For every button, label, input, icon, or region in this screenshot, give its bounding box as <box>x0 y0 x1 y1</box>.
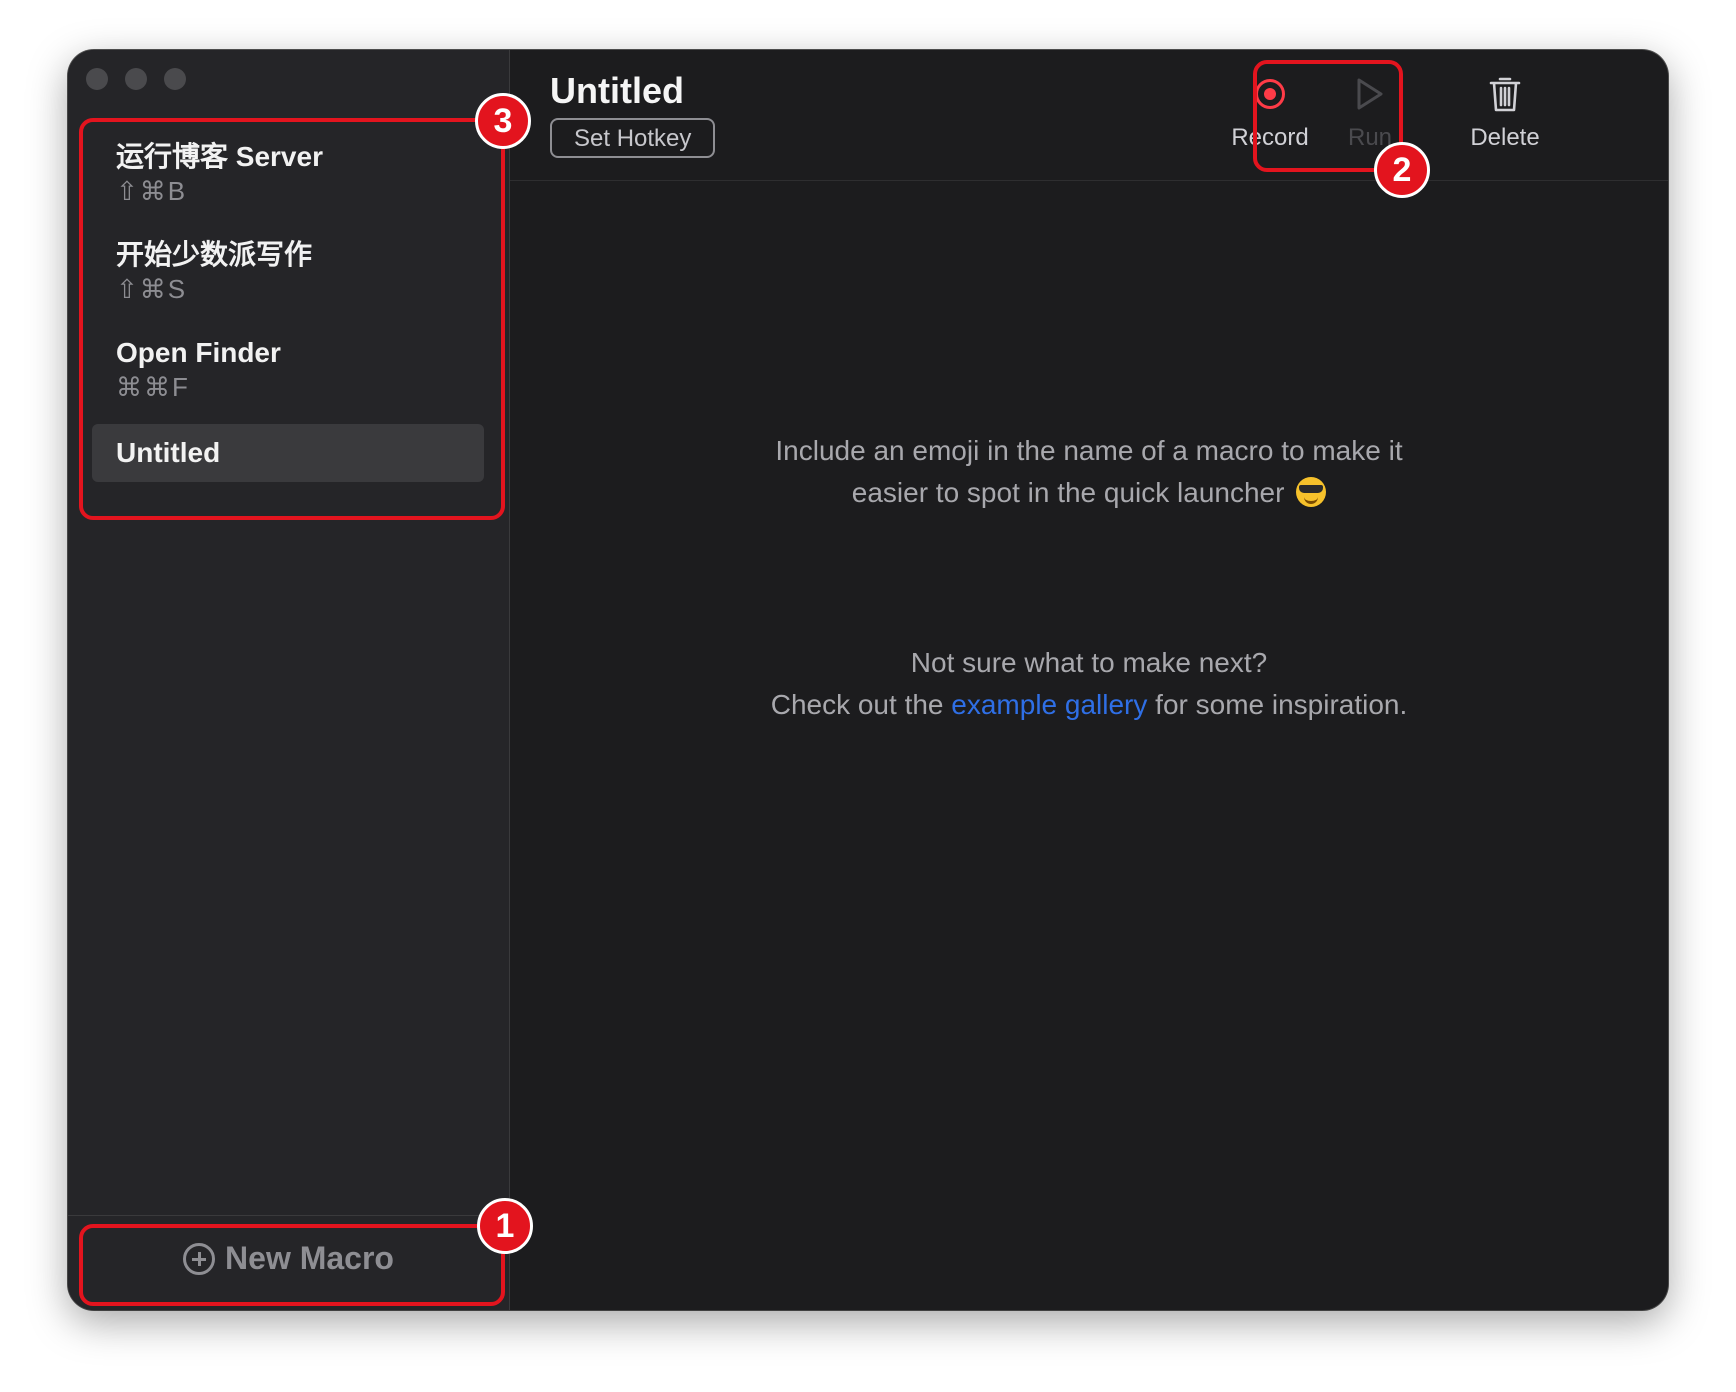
main-content: Include an emoji in the name of a macro … <box>510 180 1668 1310</box>
next-tip: Not sure what to make next? Check out th… <box>510 642 1668 726</box>
main-panel: Untitled Set Hotkey Record Run Delete In… <box>510 50 1668 1310</box>
tip-line-2: easier to spot in the quick launcher <box>510 472 1668 514</box>
callout-new-macro <box>79 1224 505 1306</box>
next-line-1: Not sure what to make next? <box>910 647 1268 678</box>
tip-line-1: Include an emoji in the name of a macro … <box>775 435 1403 466</box>
macro-title[interactable]: Untitled <box>550 70 684 112</box>
callout-macro-list <box>79 118 505 520</box>
delete-label: Delete <box>1470 124 1540 151</box>
trash-icon <box>1489 77 1521 112</box>
minimize-window-button[interactable] <box>125 68 147 90</box>
callout-badge-2: 2 <box>1374 142 1430 198</box>
delete-button[interactable]: Delete <box>1445 72 1565 152</box>
emoji-tip: Include an emoji in the name of a macro … <box>510 430 1668 514</box>
toolbar: Untitled Set Hotkey Record Run Delete <box>510 50 1668 181</box>
window-controls <box>86 68 186 90</box>
sunglasses-emoji-icon <box>1296 477 1327 507</box>
zoom-window-button[interactable] <box>164 68 186 90</box>
next-line-2: Check out the example gallery for some i… <box>770 689 1408 720</box>
callout-badge-1: 1 <box>477 1198 533 1254</box>
callout-badge-3: 3 <box>475 93 531 149</box>
close-window-button[interactable] <box>86 68 108 90</box>
example-gallery-link[interactable]: example gallery <box>951 689 1147 720</box>
set-hotkey-button[interactable]: Set Hotkey <box>550 118 716 158</box>
